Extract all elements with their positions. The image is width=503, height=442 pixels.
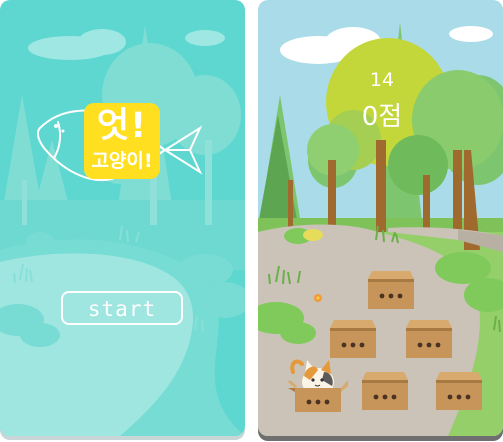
game-title-line2: 고양이! [91,150,153,172]
cat-box[interactable] [436,372,482,410]
cat-box[interactable] [406,320,452,358]
timer-display: 14 [369,69,395,91]
game-title-line1: 엇! [96,106,148,146]
game-screen: 14 0점 [258,0,503,436]
start-background [0,0,245,436]
score-display: 0점 [361,102,403,132]
cat-box-with-cat[interactable] [288,352,348,412]
start-button[interactable]: start [61,291,183,325]
cat-box[interactable] [362,372,408,410]
start-screen: 엇! 고양이! start [0,0,245,436]
cat-box[interactable] [368,271,414,309]
